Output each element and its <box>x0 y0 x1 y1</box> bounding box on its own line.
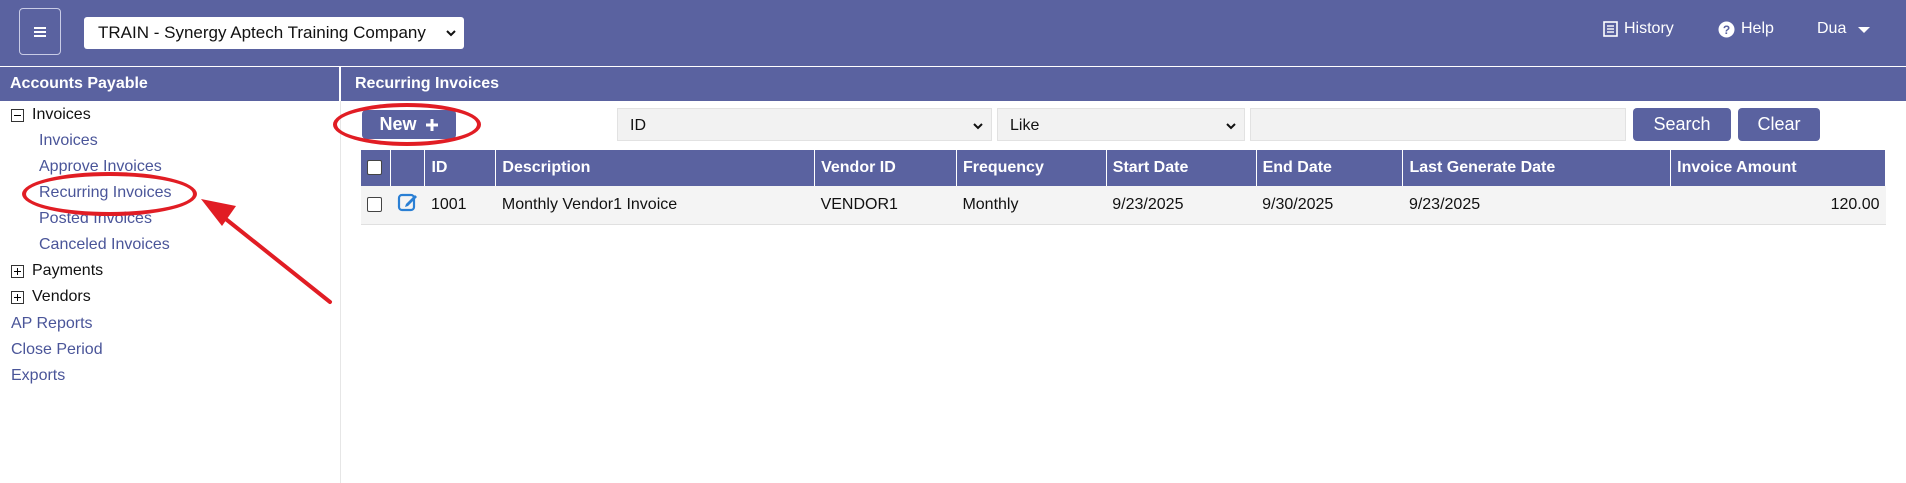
annotation-arrow-icon <box>201 199 332 304</box>
